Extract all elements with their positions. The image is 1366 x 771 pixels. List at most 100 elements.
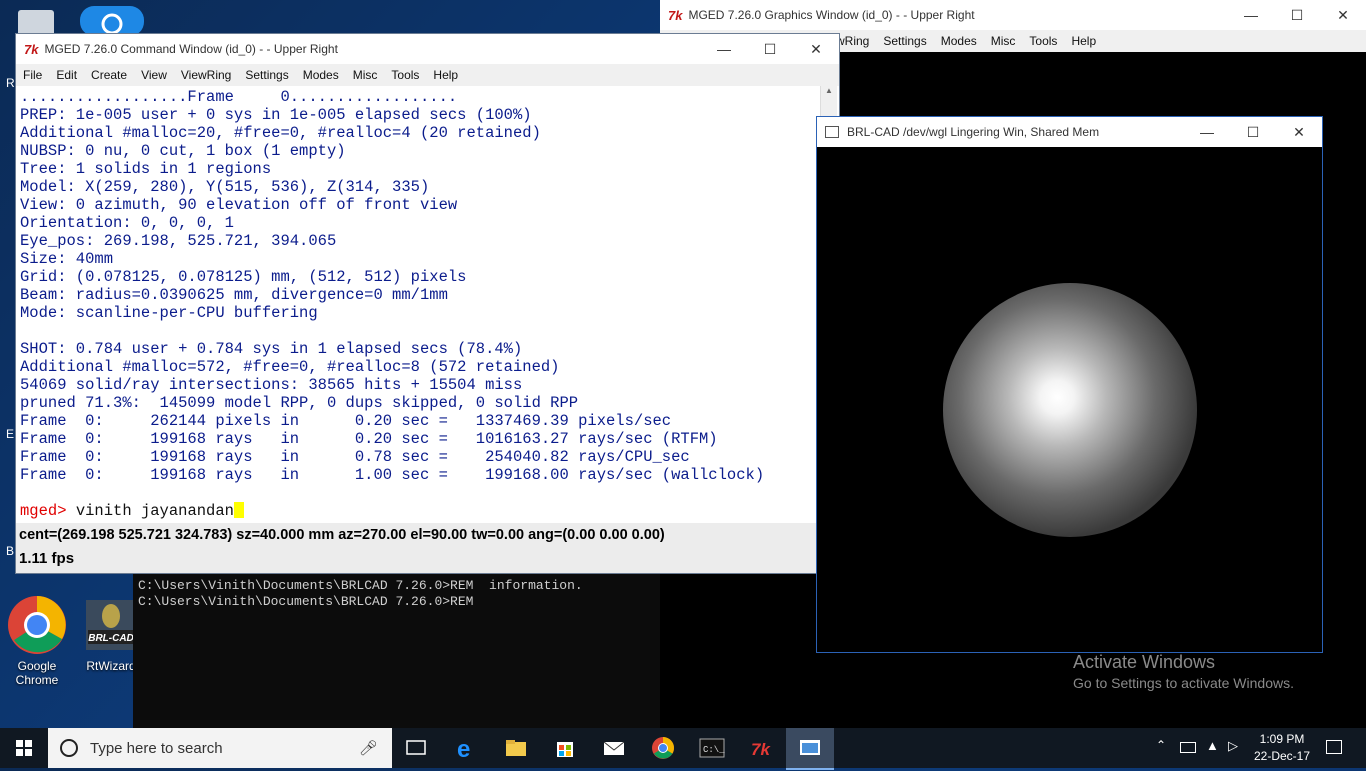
terminal-line: Additional #malloc=20, #free=0, #realloc… bbox=[20, 124, 541, 142]
cmd-taskbar-icon[interactable]: C:\_ bbox=[699, 736, 725, 760]
clock[interactable]: 1:09 PM 22-Dec-17 bbox=[1250, 731, 1314, 765]
system-tray-chevron-icon[interactable]: ⌃ bbox=[1156, 738, 1166, 752]
terminal-line: Size: 40mm bbox=[20, 250, 114, 268]
minimize-icon[interactable]: — bbox=[1228, 7, 1274, 23]
menu-viewring[interactable]: wRing bbox=[836, 34, 869, 48]
maximize-icon[interactable]: ☐ bbox=[747, 41, 793, 58]
desktop-recycle-bin-icon[interactable] bbox=[8, 6, 64, 36]
windows-logo-icon bbox=[16, 740, 32, 756]
menu-viewring[interactable]: ViewRing bbox=[181, 68, 231, 82]
command-window[interactable]: 7k MGED 7.26.0 Command Window (id_0) - -… bbox=[15, 33, 840, 574]
view-status-line: cent=(269.198 525.721 324.783) sz=40.000… bbox=[19, 527, 665, 543]
desktop-partial-label: B bbox=[6, 544, 15, 558]
command-input[interactable]: vinith jayanandan bbox=[76, 502, 234, 520]
search-placeholder: Type here to search bbox=[90, 739, 223, 757]
graphics-window-titlebar[interactable]: 7k MGED 7.26.0 Graphics Window (id_0) - … bbox=[660, 0, 1366, 30]
menu-tools[interactable]: Tools bbox=[1029, 34, 1057, 48]
terminal-line: SHOT: 0.784 user + 0.784 sys in 1 elapse… bbox=[20, 340, 523, 358]
graphics-window-title: MGED 7.26.0 Graphics Window (id_0) - - U… bbox=[688, 8, 975, 22]
edge-icon[interactable]: e bbox=[455, 736, 479, 763]
clock-date: 22-Dec-17 bbox=[1253, 749, 1311, 763]
framebuffer-window-title: BRL-CAD /dev/wgl Lingering Win, Shared M… bbox=[847, 125, 1100, 139]
framebuffer-window[interactable]: BRL-CAD /dev/wgl Lingering Win, Shared M… bbox=[816, 116, 1323, 653]
maximize-icon[interactable]: ☐ bbox=[1274, 7, 1320, 24]
task-view-icon[interactable] bbox=[404, 736, 428, 760]
menu-file[interactable]: File bbox=[23, 68, 42, 82]
terminal-line: View: 0 azimuth, 90 elevation off of fro… bbox=[20, 196, 458, 214]
file-explorer-icon[interactable] bbox=[504, 736, 528, 760]
taskbar-search-box[interactable]: Type here to search 🎤︎ bbox=[48, 728, 392, 768]
prompt-label: mged> bbox=[20, 502, 67, 520]
text-cursor bbox=[233, 502, 244, 518]
tk-logo-icon: 7k bbox=[24, 41, 39, 57]
active-window-taskbar-item[interactable] bbox=[786, 728, 834, 770]
action-center-icon[interactable] bbox=[1326, 740, 1342, 754]
menu-create[interactable]: Create bbox=[91, 68, 127, 82]
menu-help[interactable]: Help bbox=[1071, 34, 1096, 48]
start-button[interactable] bbox=[0, 728, 48, 768]
terminal-line: PREP: 1e-005 user + 0 sys in 1e-005 elap… bbox=[20, 106, 532, 124]
mail-icon[interactable] bbox=[602, 736, 626, 760]
scroll-up-icon[interactable]: ▲ bbox=[821, 86, 837, 100]
menu-settings[interactable]: Settings bbox=[245, 68, 288, 82]
terminal-line: Frame 0: 199168 rays in 0.20 sec = 10161… bbox=[20, 430, 718, 448]
microphone-icon[interactable]: 🎤︎ bbox=[359, 739, 378, 757]
menu-view[interactable]: View bbox=[141, 68, 167, 82]
menu-misc[interactable]: Misc bbox=[991, 34, 1016, 48]
desktop-app-icon[interactable] bbox=[80, 6, 144, 36]
terminal-line: Model: X(259, 280), Y(515, 536), Z(314, … bbox=[20, 178, 430, 196]
watermark-line2: Go to Settings to activate Windows. bbox=[1073, 675, 1294, 691]
minimize-icon[interactable]: — bbox=[701, 41, 747, 57]
rendered-sphere bbox=[943, 283, 1197, 537]
framebuffer-window-titlebar[interactable]: BRL-CAD /dev/wgl Lingering Win, Shared M… bbox=[817, 117, 1322, 147]
menu-edit[interactable]: Edit bbox=[56, 68, 77, 82]
desktop-icon-google-chrome[interactable]: Google Chrome bbox=[2, 594, 72, 687]
command-window-titlebar[interactable]: 7k MGED 7.26.0 Command Window (id_0) - -… bbox=[16, 34, 839, 64]
close-icon[interactable]: ✕ bbox=[1320, 7, 1366, 24]
dos-line: C:\Users\Vinith\Documents\BRLCAD 7.26.0>… bbox=[138, 578, 583, 593]
terminal-line: Frame 0: 199168 rays in 0.78 sec = 25404… bbox=[20, 448, 690, 466]
volume-icon[interactable]: ▷ bbox=[1228, 738, 1238, 754]
activate-windows-watermark: Activate Windows Go to Settings to activ… bbox=[1073, 652, 1294, 691]
menu-tools[interactable]: Tools bbox=[391, 68, 419, 82]
chrome-taskbar-icon[interactable] bbox=[651, 736, 675, 760]
svg-text:e: e bbox=[457, 736, 470, 760]
desktop-partial-label: E bbox=[6, 427, 15, 441]
tk-taskbar-icon[interactable]: 7k bbox=[750, 736, 774, 760]
command-prompt-line[interactable]: mged> vinith jayanandan bbox=[18, 502, 818, 520]
terminal-line: Additional #malloc=572, #free=0, #reallo… bbox=[20, 358, 560, 376]
terminal-line: ..................Frame 0...............… bbox=[20, 88, 458, 106]
watermark-line1: Activate Windows bbox=[1073, 652, 1216, 672]
store-icon[interactable] bbox=[553, 736, 577, 760]
search-circle-icon bbox=[60, 739, 78, 757]
terminal-line: Frame 0: 199168 rays in 1.00 sec = 19916… bbox=[20, 466, 765, 484]
desktop-partial-label: R bbox=[6, 76, 15, 90]
window-icon bbox=[800, 740, 820, 755]
menu-settings[interactable]: Settings bbox=[883, 34, 926, 48]
terminal-line: 54069 solid/ray intersections: 38565 hit… bbox=[20, 376, 523, 394]
svg-text:BRL-CAD: BRL-CAD bbox=[88, 633, 134, 644]
clock-time: 1:09 PM bbox=[1259, 732, 1305, 746]
desktop-icon-label: Google Chrome bbox=[15, 659, 59, 687]
close-icon[interactable]: ✕ bbox=[793, 41, 839, 58]
command-window-menubar: File Edit Create View ViewRing Settings … bbox=[16, 64, 839, 86]
menu-help[interactable]: Help bbox=[433, 68, 458, 82]
menu-modes[interactable]: Modes bbox=[941, 34, 977, 48]
terminal-line: Beam: radius=0.0390625 mm, divergence=0 … bbox=[20, 286, 448, 304]
battery-icon[interactable] bbox=[1180, 742, 1196, 753]
close-icon[interactable]: ✕ bbox=[1276, 124, 1322, 141]
terminal-output[interactable]: ..................Frame 0...............… bbox=[18, 88, 818, 522]
terminal-line: Eye_pos: 269.198, 525.721, 394.065 bbox=[20, 232, 337, 250]
raytrace-render-canvas bbox=[817, 147, 1322, 652]
chrome-icon bbox=[8, 596, 66, 654]
maximize-icon[interactable]: ☐ bbox=[1230, 124, 1276, 141]
terminal-line: Grid: (0.078125, 0.078125) mm, (512, 512… bbox=[20, 268, 467, 286]
wifi-icon[interactable]: ▲ bbox=[1206, 738, 1219, 753]
cmd-prompt-window[interactable]: C:\Users\Vinith\Documents\BRLCAD 7.26.0>… bbox=[133, 572, 660, 730]
menu-modes[interactable]: Modes bbox=[303, 68, 339, 82]
minimize-icon[interactable]: — bbox=[1184, 124, 1230, 140]
terminal-line: NUBSP: 0 nu, 0 cut, 1 box (1 empty) bbox=[20, 142, 346, 160]
svg-text:7k: 7k bbox=[751, 740, 771, 759]
menu-misc[interactable]: Misc bbox=[353, 68, 378, 82]
